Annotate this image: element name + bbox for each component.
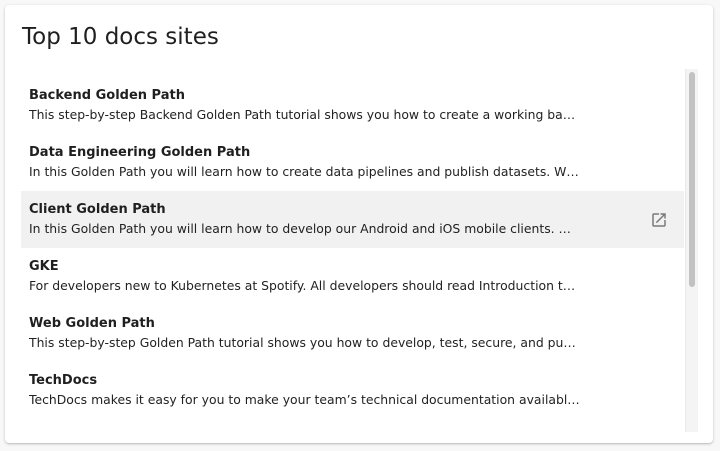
list-scrollbar[interactable] bbox=[685, 69, 698, 432]
list-item[interactable]: Web Golden Path This step-by-step Golden… bbox=[21, 305, 684, 362]
item-title: Web Golden Path bbox=[29, 316, 155, 331]
list-item[interactable]: Backend Golden Path This step-by-step Ba… bbox=[21, 77, 684, 134]
list-item[interactable]: GKE For developers new to Kubernetes at … bbox=[21, 248, 684, 305]
scrollbar-thumb[interactable] bbox=[689, 72, 695, 287]
item-title: Data Engineering Golden Path bbox=[29, 145, 251, 160]
card-title: Top 10 docs sites bbox=[22, 24, 219, 50]
item-description: In this Golden Path you will learn how t… bbox=[29, 164, 579, 179]
item-title: Backend Golden Path bbox=[29, 88, 185, 103]
docs-sites-list: Backend Golden Path This step-by-step Ba… bbox=[21, 77, 684, 434]
docs-sites-card: Top 10 docs sites Backend Golden Path Th… bbox=[5, 5, 713, 443]
item-description: This step-by-step Backend Golden Path tu… bbox=[29, 107, 576, 122]
item-title: GKE bbox=[29, 259, 59, 274]
item-description: TechDocs makes it easy for you to make y… bbox=[29, 392, 580, 407]
item-description: For developers new to Kubernetes at Spot… bbox=[29, 278, 576, 293]
list-item[interactable]: Data Engineering Golden Path In this Gol… bbox=[21, 134, 684, 191]
item-description: This step-by-step Golden Path tutorial s… bbox=[29, 335, 576, 350]
item-title: Client Golden Path bbox=[29, 202, 166, 217]
list-item[interactable]: Client Golden Path In this Golden Path y… bbox=[21, 191, 684, 248]
open-in-new-icon[interactable] bbox=[650, 211, 668, 229]
item-description: In this Golden Path you will learn how t… bbox=[29, 221, 571, 236]
item-title: TechDocs bbox=[29, 373, 98, 388]
list-item[interactable]: TechDocs TechDocs makes it easy for you … bbox=[21, 362, 684, 419]
